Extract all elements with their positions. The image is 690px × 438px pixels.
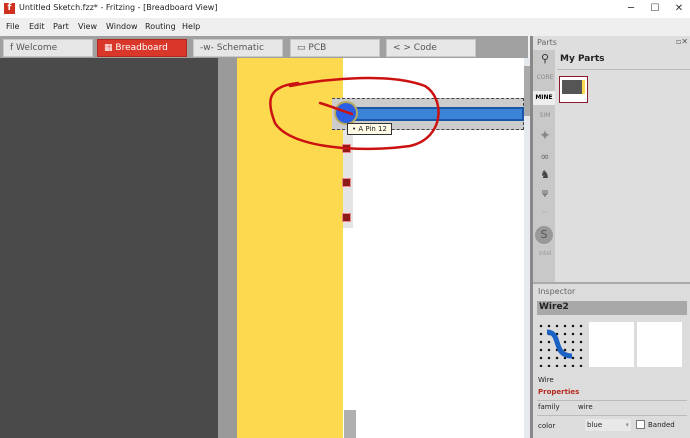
adafruit-icon[interactable]: ✦ <box>535 128 555 144</box>
right-dock: Parts ▫✕ ⚲ CORE MINE SIM ✦ ∞ ♞ ψ ◠ S int… <box>530 36 690 438</box>
snootlab-icon[interactable]: S <box>535 226 553 244</box>
tab-welcome[interactable]: f Welcome <box>3 39 93 57</box>
view-tabs: f Welcome ▦ Breadboard -w- Schematic ▭ P… <box>0 36 528 58</box>
search-icon[interactable]: ⚲ <box>535 52 555 65</box>
parts-bin-tabs: ⚲ CORE MINE SIM ✦ ∞ ♞ ψ ◠ S intel <box>533 50 555 282</box>
title-bar: f Untitled Sketch.fzz* - Fritzing - [Bre… <box>0 0 690 18</box>
banded-checkbox[interactable] <box>636 420 645 429</box>
annotation-circle <box>269 76 440 151</box>
family-value: wire <box>578 403 593 411</box>
infineon-icon[interactable]: ◠ <box>535 210 555 217</box>
welcome-icon: f <box>10 43 14 53</box>
maximize-button[interactable]: ☐ <box>644 1 666 17</box>
color-select[interactable]: blue ▾ <box>585 419 631 431</box>
part-type: Wire <box>538 376 554 384</box>
breadboard-canvas[interactable]: • A Pin 12 <box>0 58 530 438</box>
intel-icon[interactable]: intel <box>535 250 555 257</box>
menu-window[interactable]: Window <box>106 22 138 31</box>
breadboard-icon: ▦ <box>104 43 113 53</box>
close-button[interactable]: ✕ <box>668 1 690 17</box>
sparkfun-icon[interactable]: ♞ <box>535 168 555 181</box>
arduino-icon[interactable]: ∞ <box>535 150 555 163</box>
seeed-icon[interactable]: ψ <box>535 188 555 198</box>
menu-help[interactable]: Help <box>182 22 200 31</box>
bin-sim[interactable]: SIM <box>535 112 555 119</box>
menu-bar: File Edit Part View Window Routing Help <box>0 18 690 36</box>
bin-core[interactable]: CORE <box>535 74 555 81</box>
parts-close-icon[interactable]: ▫✕ <box>676 37 688 46</box>
family-label: family <box>538 403 560 411</box>
tab-label: Welcome <box>16 43 58 53</box>
chevron-down-icon: ▾ <box>625 421 629 429</box>
menu-file[interactable]: File <box>6 22 19 31</box>
tab-pcb[interactable]: ▭ PCB <box>290 39 380 57</box>
tab-label: PCB <box>308 43 327 53</box>
tab-label: Schematic <box>216 43 264 53</box>
tab-label: < > Code <box>393 43 437 53</box>
color-label: color <box>538 422 556 430</box>
menu-view[interactable]: View <box>78 22 97 31</box>
inspector-header: Inspector <box>538 287 576 296</box>
fritzing-logo-icon: f <box>4 3 15 14</box>
tab-schematic[interactable]: -w- Schematic <box>193 39 283 57</box>
menu-part[interactable]: Part <box>53 22 69 31</box>
tab-breadboard[interactable]: ▦ Breadboard <box>97 39 187 57</box>
parts-header: Parts <box>537 38 557 47</box>
window-title: Untitled Sketch.fzz* - Fritzing - [Bread… <box>19 3 218 12</box>
inspector-panel: Inspector Wire2 Wire Properties family w… <box>533 282 690 438</box>
banded-label: Banded <box>648 421 675 429</box>
part-thumbnail[interactable] <box>559 76 588 103</box>
schematic-icon: -w- <box>200 43 214 53</box>
schematic-preview <box>589 322 634 367</box>
pcb-preview <box>637 322 682 367</box>
my-parts-title: My Parts <box>557 50 690 70</box>
properties-label: Properties <box>538 388 580 396</box>
menu-routing[interactable]: Routing <box>145 22 176 31</box>
bin-mine[interactable]: MINE <box>533 91 555 105</box>
pcb-icon: ▭ <box>297 43 306 53</box>
tab-code[interactable]: < > Code <box>386 39 476 57</box>
menu-edit[interactable]: Edit <box>29 22 45 31</box>
minimize-button[interactable]: ─ <box>620 1 642 17</box>
inspector-title: Wire2 <box>537 301 687 315</box>
wire-icon <box>537 322 587 367</box>
tab-label: Breadboard <box>115 43 168 53</box>
color-select-value: blue <box>587 421 603 429</box>
